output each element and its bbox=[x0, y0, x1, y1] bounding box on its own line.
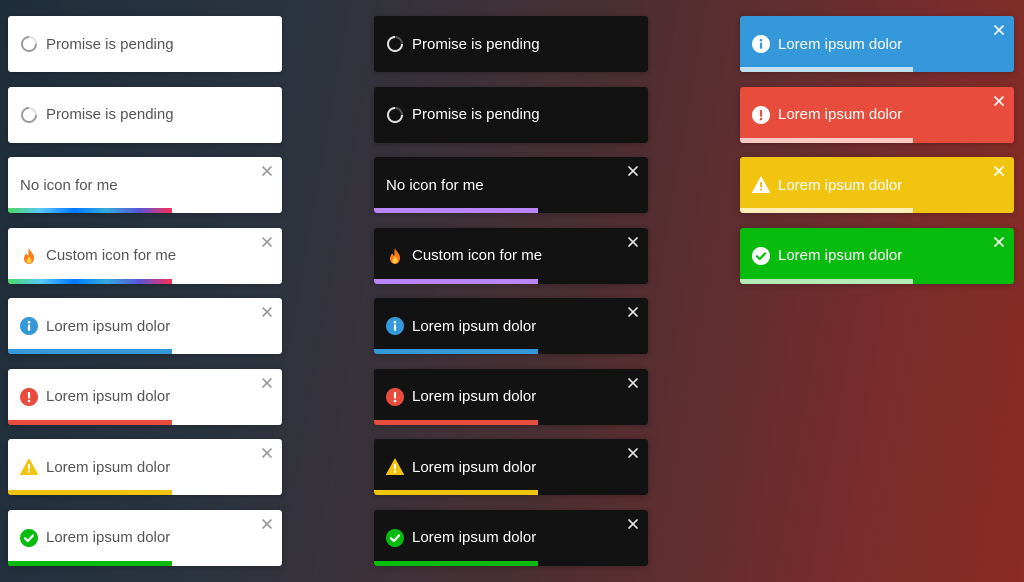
success-icon bbox=[20, 528, 38, 547]
fire-icon bbox=[20, 247, 38, 265]
close-icon[interactable] bbox=[261, 235, 273, 247]
toast-message: Lorem ipsum dolor bbox=[778, 247, 903, 264]
toast-notification[interactable]: Lorem ipsum dolor bbox=[374, 439, 648, 495]
toast-message: Promise is pending bbox=[46, 35, 174, 53]
spinner-icon bbox=[386, 35, 404, 53]
progress-bar bbox=[374, 278, 539, 284]
toast-message: No icon for me bbox=[386, 176, 484, 194]
spinner-icon bbox=[20, 106, 38, 124]
close-icon[interactable] bbox=[627, 305, 639, 317]
progress-bar bbox=[8, 419, 173, 425]
progress-bar bbox=[740, 67, 913, 72]
error-icon bbox=[386, 387, 404, 406]
success-icon bbox=[386, 528, 404, 547]
toast-notification[interactable]: Lorem ipsum dolor bbox=[740, 227, 1014, 284]
close-icon[interactable] bbox=[627, 446, 639, 458]
toast-message: Promise is pending bbox=[412, 35, 540, 53]
toast-message: Lorem ipsum dolor bbox=[778, 176, 903, 194]
toast-message: No icon for me bbox=[20, 176, 118, 194]
toast-notification[interactable]: Lorem ipsum dolor bbox=[8, 298, 282, 354]
toast-notification[interactable]: Promise is pending bbox=[8, 86, 282, 143]
progress-bar bbox=[374, 490, 539, 495]
toast-message: Lorem ipsum dolor bbox=[412, 317, 537, 335]
info-icon bbox=[20, 317, 38, 335]
toast-message: Lorem ipsum dolor bbox=[412, 458, 537, 476]
progress-bar bbox=[740, 137, 913, 143]
close-icon[interactable] bbox=[993, 23, 1005, 35]
close-icon[interactable] bbox=[993, 235, 1005, 247]
progress-bar bbox=[8, 560, 173, 566]
success-icon bbox=[752, 246, 770, 265]
toast-notification[interactable]: Lorem ipsum dolor bbox=[374, 298, 648, 354]
light-toast-column: Promise is pending Promise is pending No i… bbox=[8, 16, 282, 580]
toast-message: Promise is pending bbox=[412, 106, 540, 123]
progress-bar bbox=[374, 560, 539, 566]
progress-bar bbox=[8, 490, 173, 495]
close-icon[interactable] bbox=[993, 164, 1005, 176]
toast-message: Custom icon for me bbox=[412, 247, 543, 264]
progress-bar bbox=[8, 349, 173, 354]
toast-notification[interactable]: Lorem ipsum dolor bbox=[8, 368, 282, 425]
toast-notification[interactable]: Promise is pending bbox=[374, 16, 648, 72]
toast-message: Lorem ipsum dolor bbox=[46, 458, 171, 476]
close-icon[interactable] bbox=[627, 376, 639, 388]
toast-notification[interactable]: Custom icon for me bbox=[8, 227, 282, 284]
warning-icon bbox=[20, 458, 38, 476]
error-icon bbox=[20, 387, 38, 406]
toast-notification[interactable]: Lorem ipsum dolor bbox=[374, 368, 648, 425]
warning-icon bbox=[386, 458, 404, 476]
toast-message: Custom icon for me bbox=[46, 247, 177, 264]
progress-bar bbox=[374, 349, 539, 354]
toast-message: Lorem ipsum dolor bbox=[46, 388, 171, 405]
dark-toast-column: Promise is pending Promise is pending No i… bbox=[374, 16, 648, 580]
close-icon[interactable] bbox=[627, 235, 639, 247]
warning-icon bbox=[752, 176, 770, 194]
toast-message: Lorem ipsum dolor bbox=[778, 35, 903, 53]
close-icon[interactable] bbox=[261, 376, 273, 388]
spinner-icon bbox=[20, 35, 38, 53]
progress-bar bbox=[740, 278, 913, 284]
toast-message: Lorem ipsum dolor bbox=[412, 388, 537, 405]
toast-message: Promise is pending bbox=[46, 106, 174, 123]
toast-notification[interactable]: Lorem ipsum dolor bbox=[374, 509, 648, 566]
toast-notification[interactable]: No icon for me bbox=[8, 157, 282, 213]
progress-bar bbox=[374, 419, 539, 425]
toast-notification[interactable]: No icon for me bbox=[374, 157, 648, 213]
toast-notification[interactable]: Custom icon for me bbox=[374, 227, 648, 284]
progress-bar bbox=[8, 208, 173, 213]
toast-notification[interactable]: Lorem ipsum dolor bbox=[740, 157, 1014, 213]
toast-message: Lorem ipsum dolor bbox=[412, 529, 537, 546]
toast-message: Lorem ipsum dolor bbox=[778, 106, 903, 123]
close-icon[interactable] bbox=[627, 517, 639, 529]
toast-notification[interactable]: Promise is pending bbox=[374, 86, 648, 143]
toast-notification[interactable]: Lorem ipsum dolor bbox=[8, 439, 282, 495]
toast-message: Lorem ipsum dolor bbox=[46, 529, 171, 546]
error-icon bbox=[752, 105, 770, 124]
toast-notification[interactable]: Lorem ipsum dolor bbox=[740, 86, 1014, 143]
colored-toast-column: Lorem ipsum dolor Lorem ipsum dolor Lorem … bbox=[740, 16, 1014, 298]
close-icon[interactable] bbox=[261, 305, 273, 317]
info-icon bbox=[752, 35, 770, 53]
toast-notification[interactable]: Promise is pending bbox=[8, 16, 282, 72]
close-icon[interactable] bbox=[261, 446, 273, 458]
progress-bar bbox=[8, 278, 173, 284]
progress-bar bbox=[374, 208, 539, 213]
close-icon[interactable] bbox=[261, 164, 273, 176]
spinner-icon bbox=[386, 106, 404, 124]
close-icon[interactable] bbox=[993, 94, 1005, 106]
progress-bar bbox=[740, 208, 913, 213]
close-icon[interactable] bbox=[261, 517, 273, 529]
toast-message: Lorem ipsum dolor bbox=[46, 317, 171, 335]
fire-icon bbox=[386, 247, 404, 265]
info-icon bbox=[386, 317, 404, 335]
close-icon[interactable] bbox=[627, 164, 639, 176]
toast-notification[interactable]: Lorem ipsum dolor bbox=[8, 509, 282, 566]
toast-notification[interactable]: Lorem ipsum dolor bbox=[740, 16, 1014, 72]
